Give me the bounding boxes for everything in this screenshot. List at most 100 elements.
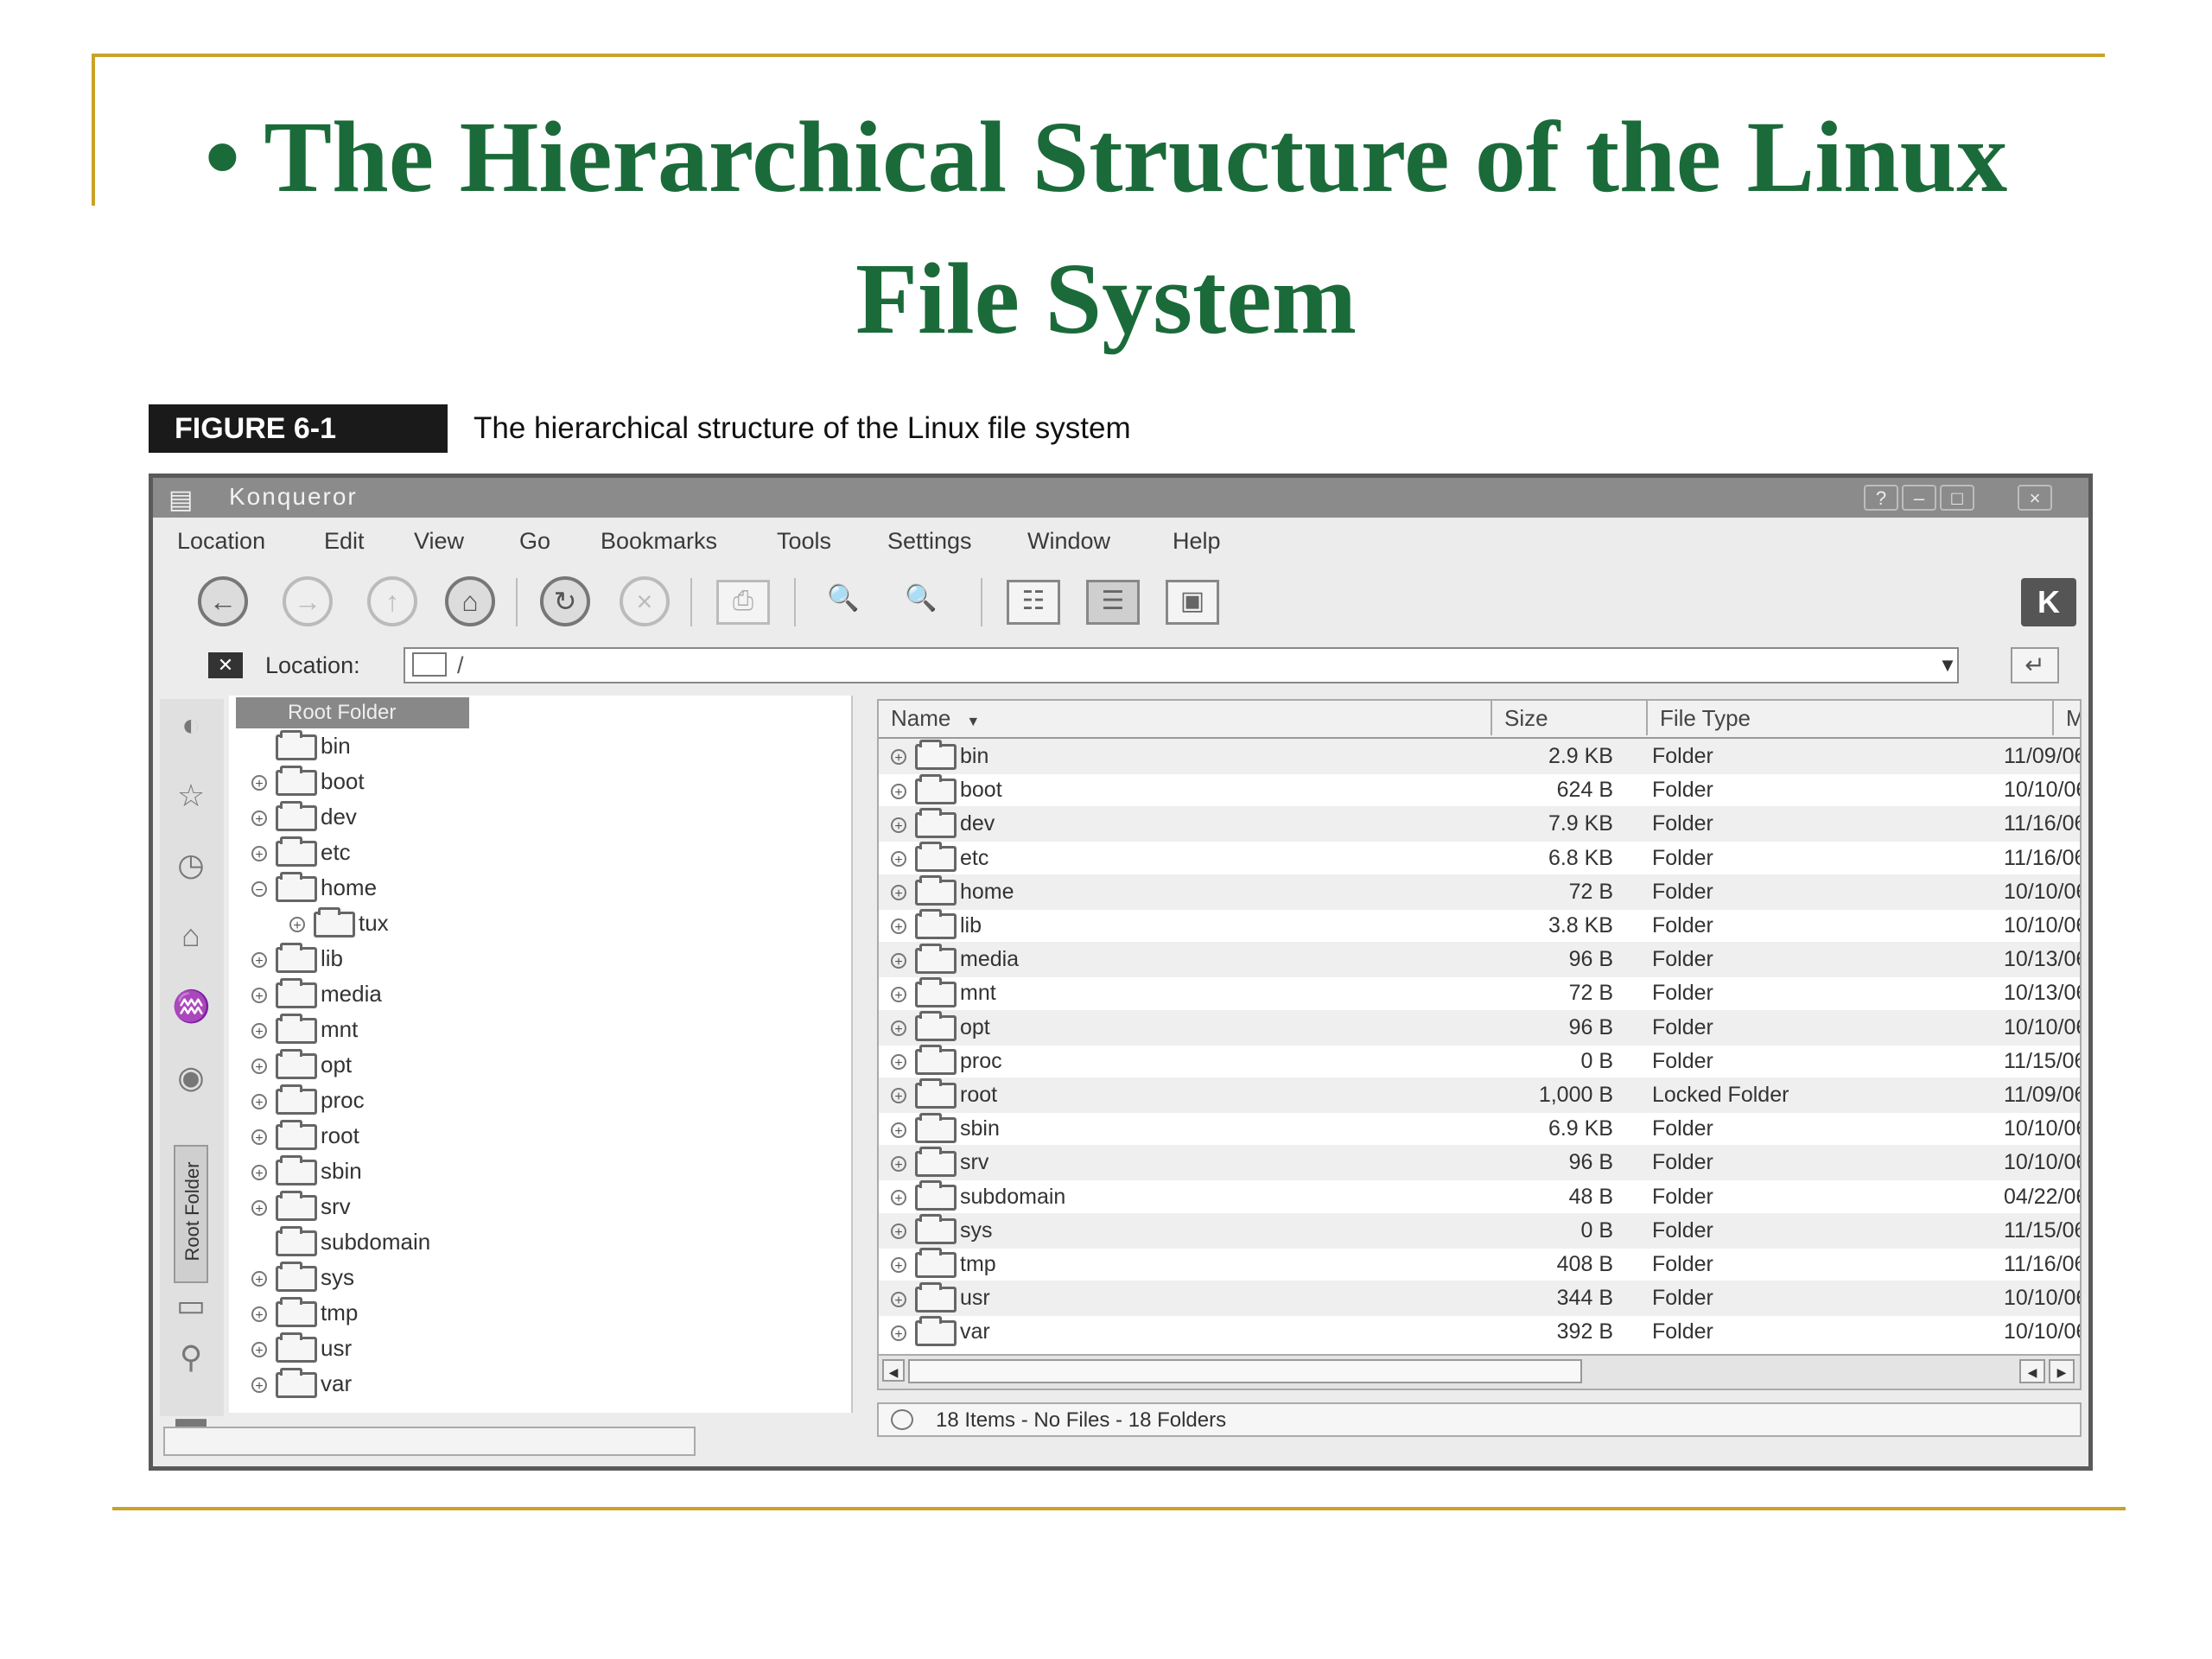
close-button[interactable]: × (2018, 485, 2052, 511)
expander-icon[interactable]: + (251, 846, 267, 862)
services-icon[interactable]: ◐ (172, 706, 210, 744)
tree-item[interactable]: bin (251, 730, 351, 761)
expander-icon[interactable]: + (891, 783, 906, 800)
expander-icon[interactable]: + (891, 817, 906, 834)
column-size[interactable]: Size (1492, 701, 1648, 735)
icon-view-icon[interactable]: ☷ (1007, 580, 1060, 625)
scroll-left-icon[interactable]: ◀ (882, 1359, 905, 1382)
detailed-view-icon[interactable]: ☰ (1086, 580, 1140, 625)
expander-icon[interactable]: + (891, 1189, 906, 1206)
folder-tab-icon[interactable]: ▭ (172, 1287, 210, 1325)
tree-item[interactable]: + tmp (251, 1297, 358, 1328)
table-row[interactable]: + lib 3.8 KB Folder 10/10/06 12: (879, 908, 2080, 944)
expander-icon[interactable]: + (289, 917, 305, 933)
back-icon[interactable]: ← (198, 576, 248, 626)
expander-icon[interactable]: + (251, 1023, 267, 1039)
forward-icon[interactable]: → (283, 576, 333, 626)
table-row[interactable]: + dev 7.9 KB Folder 11/16/06 03: (879, 806, 2080, 842)
home-folder-icon[interactable]: ⌂ (172, 917, 210, 955)
tab-root-folder[interactable]: Root Folder (174, 1145, 208, 1283)
expander-icon[interactable]: + (251, 1342, 267, 1358)
tree-item[interactable]: + root (251, 1120, 359, 1151)
table-row[interactable]: + root 1,000 B Locked Folder 11/09/06 01: (879, 1077, 2080, 1113)
expander-icon[interactable]: + (251, 1271, 267, 1287)
expander-icon[interactable]: − (251, 881, 267, 898)
expander-icon[interactable]: + (891, 1291, 906, 1308)
table-row[interactable]: + mnt 72 B Folder 10/13/06 01: (879, 976, 2080, 1011)
expander-icon[interactable]: + (891, 885, 906, 901)
table-row[interactable]: + var 392 B Folder 10/10/06 12: (879, 1314, 2080, 1350)
expander-icon[interactable]: + (251, 1094, 267, 1110)
tree-item[interactable]: + media (251, 978, 382, 1009)
tree-root-folder[interactable]: Root Folder (236, 697, 469, 728)
table-row[interactable]: + media 96 B Folder 10/13/06 01: (879, 942, 2080, 978)
clear-location-icon[interactable]: ✕ (208, 652, 243, 678)
column-modified[interactable]: Modified (2054, 701, 2080, 735)
expander-icon[interactable]: + (891, 1088, 906, 1104)
print-icon[interactable]: ⎙ (716, 580, 770, 625)
tree-item[interactable]: + proc (251, 1084, 365, 1116)
table-row[interactable]: + etc 6.8 KB Folder 11/16/06 03: (879, 841, 2080, 876)
expander-icon[interactable]: + (251, 775, 267, 791)
menu-settings[interactable]: Settings (887, 528, 972, 555)
help-button[interactable]: ? (1864, 485, 1898, 511)
column-file-type[interactable]: File Type (1648, 701, 2054, 735)
preview-icon[interactable]: ▣ (1166, 580, 1219, 625)
expander-icon[interactable]: + (891, 1257, 906, 1274)
expander-icon[interactable]: + (251, 1377, 267, 1394)
history-icon[interactable]: ◷ (172, 846, 210, 884)
location-input[interactable]: / (404, 647, 1959, 683)
tree-item[interactable]: + srv (251, 1191, 351, 1222)
expander-icon[interactable]: + (891, 1325, 906, 1342)
expander-icon[interactable]: + (891, 952, 906, 969)
expander-icon[interactable]: + (891, 1054, 906, 1071)
expander-icon[interactable]: + (891, 1122, 906, 1139)
expander-icon[interactable]: + (251, 810, 267, 827)
table-row[interactable]: + boot 624 B Folder 10/10/06 12: (879, 772, 2080, 808)
table-row[interactable]: + sbin 6.9 KB Folder 10/10/06 12: (879, 1111, 2080, 1147)
expander-icon[interactable]: + (251, 1165, 267, 1181)
tree-item[interactable]: + var (251, 1368, 352, 1399)
expander-icon[interactable]: + (891, 1224, 906, 1240)
tree-item[interactable]: + sys (251, 1262, 354, 1293)
location-dropdown-icon[interactable]: ▼ (1933, 649, 1962, 682)
menu-go[interactable]: Go (519, 528, 550, 555)
expander-icon[interactable]: + (251, 1200, 267, 1217)
table-row[interactable]: + proc 0 B Folder 11/15/06 09: (879, 1044, 2080, 1079)
media-icon[interactable]: ♒ (172, 988, 211, 1026)
network-icon[interactable]: ◉ (172, 1058, 210, 1096)
maximize-button[interactable]: □ (1940, 485, 1974, 511)
go-button[interactable]: ↵ (2011, 647, 2059, 683)
column-name[interactable]: Name ▼ (879, 701, 1492, 735)
tree-item[interactable]: + boot (251, 766, 365, 797)
home-icon[interactable]: ⌂ (445, 576, 495, 626)
table-row[interactable]: + sys 0 B Folder 11/15/06 09: (879, 1212, 2080, 1249)
up-icon[interactable]: ↑ (367, 576, 417, 626)
services-pin-icon[interactable]: ⚲ (172, 1338, 210, 1376)
expander-icon[interactable]: + (251, 1129, 267, 1146)
tree-item[interactable]: + etc (251, 836, 351, 868)
table-row[interactable]: + home 72 B Folder 10/10/06 02: (879, 874, 2080, 910)
menu-location[interactable]: Location (177, 528, 265, 555)
zoom-out-icon[interactable]: 🔍 (894, 580, 948, 625)
table-row[interactable]: + bin 2.9 KB Folder 11/09/06 01: (879, 739, 2080, 774)
tree-item[interactable]: subdomain (251, 1226, 430, 1257)
scroll-right-icon[interactable]: ▶ (2049, 1359, 2075, 1383)
expander-icon[interactable]: + (891, 1020, 906, 1037)
expander-icon[interactable]: + (891, 1155, 906, 1173)
table-row[interactable]: + srv 96 B Folder 10/10/06 12: (879, 1145, 2080, 1181)
reload-icon[interactable]: ↻ (540, 576, 590, 626)
scroll-thumb[interactable] (908, 1359, 1582, 1383)
expander-icon[interactable]: + (251, 988, 267, 1004)
menu-help[interactable]: Help (1173, 528, 1221, 555)
expander-icon[interactable]: + (891, 749, 906, 766)
expander-icon[interactable]: + (251, 1058, 267, 1075)
table-row[interactable]: + subdomain 48 B Folder 04/22/06 08:2 (879, 1179, 2080, 1215)
horizontal-scrollbar[interactable]: ◀ ◀ ▶ (879, 1354, 2080, 1389)
table-row[interactable]: + usr 344 B Folder 10/10/06 12: (879, 1281, 2080, 1317)
menu-bookmarks[interactable]: Bookmarks (601, 528, 717, 555)
tree-item[interactable]: + opt (251, 1049, 352, 1080)
table-row[interactable]: + tmp 408 B Folder 11/16/06 03: (879, 1247, 2080, 1282)
menu-window[interactable]: Window (1027, 528, 1110, 555)
tree-item[interactable]: − home (251, 872, 377, 903)
